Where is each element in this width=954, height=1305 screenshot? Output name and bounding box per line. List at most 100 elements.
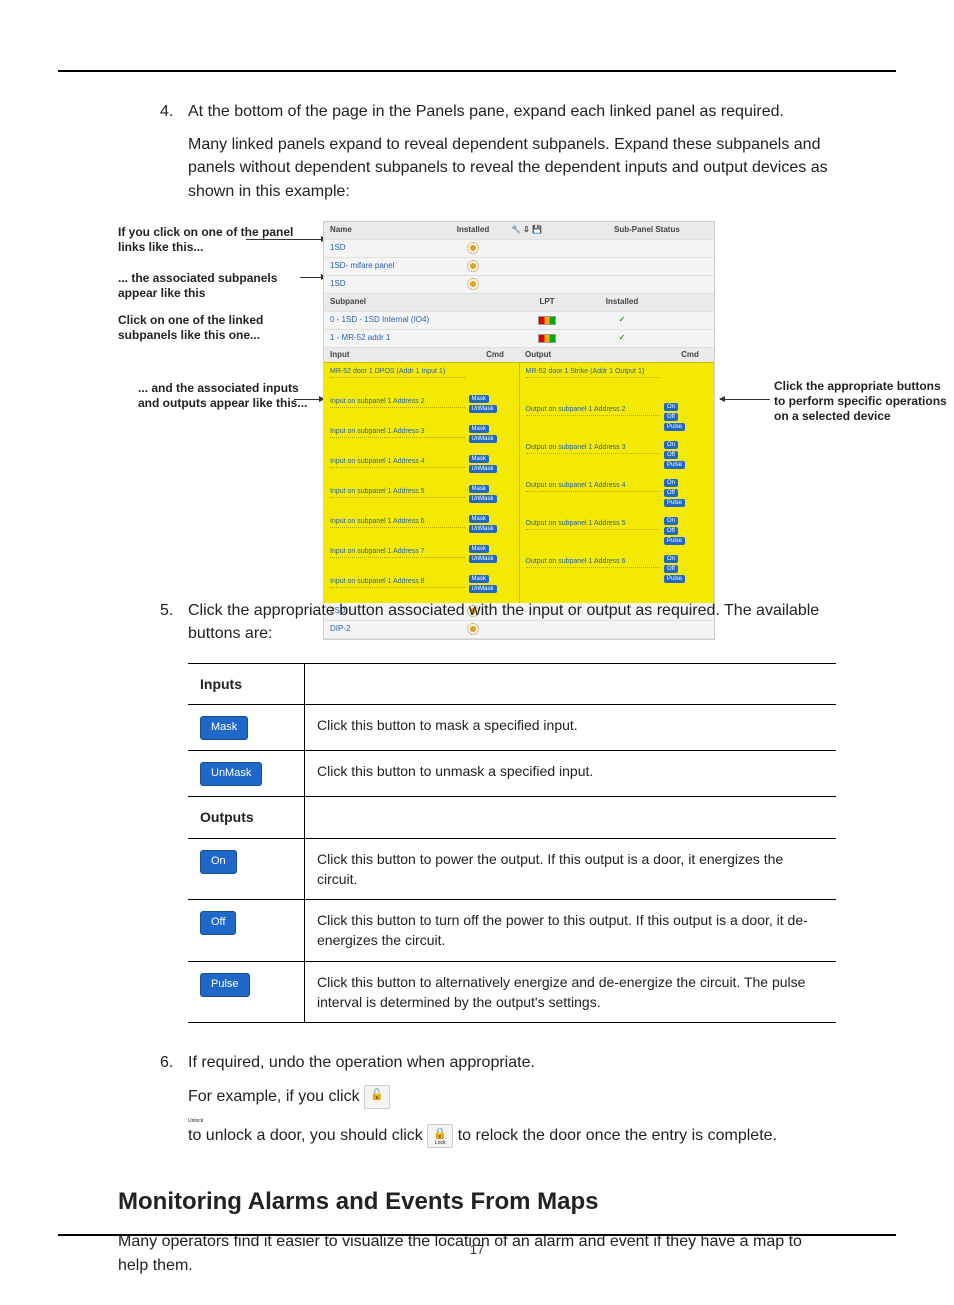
hdr-name: Name [324, 224, 435, 236]
table-row: MaskClick this button to mask a specifie… [188, 705, 836, 751]
input-item: Input on subpanel 1 Address 5 Mask UnMask [324, 483, 519, 513]
arrow-r1 [720, 399, 770, 400]
step-4-text-1: At the bottom of the page in the Panels … [188, 100, 836, 123]
page-content: 4. At the bottom of the page in the Pane… [118, 100, 836, 1278]
input-item: MR-52 door 1 DPOS (Addr 1 Input 1) [324, 363, 519, 393]
on-button[interactable]: On [664, 517, 678, 525]
output-label[interactable]: Output on subpanel 1 Address 3 [526, 441, 661, 454]
input-label[interactable]: Input on subpanel 1 Address 3 [330, 425, 465, 438]
panel-row[interactable]: 1SD [324, 240, 714, 258]
unmask-button[interactable]: UnMask [469, 405, 497, 413]
unmask-button[interactable]: UnMask [469, 495, 497, 503]
pulse-button[interactable]: Pulse [664, 499, 685, 507]
subpanel-row[interactable]: 0 - 1SD - 1SD Internal (IO4)✓ [324, 312, 714, 330]
unmask-button[interactable]: UnMask [469, 555, 497, 563]
input-label[interactable]: Input on subpanel 1 Address 6 [330, 515, 465, 528]
page-footer: 17 [0, 1234, 954, 1257]
output-item: Output on subpanel 1 Address 6On Off Pulse [520, 553, 715, 591]
step-4-number: 4. [160, 100, 173, 123]
table-row: Pulse Click this button to alternatively … [188, 961, 836, 1023]
output-item: Output on subpanel 1 Address 4On Off Pulse [520, 477, 715, 515]
input-label[interactable]: Input on subpanel 1 Address 8 [330, 575, 465, 588]
pulse-button[interactable]: Pulse [664, 537, 685, 545]
on-button[interactable]: On [664, 441, 678, 449]
step-5: 5. Click the appropriate button associat… [118, 599, 836, 1024]
mask-button[interactable]: Mask [469, 515, 489, 523]
subpanel-row[interactable]: 1 - MR-52 addr 1✓ [324, 330, 714, 348]
hdr-installed: Installed [435, 224, 511, 236]
input-item: Input on subpanel 1 Address 2 Mask UnMask [324, 393, 519, 423]
output-item: Output on subpanel 1 Address 2On Off Pulse [520, 401, 715, 439]
output-label[interactable]: Output on subpanel 1 Address 2 [526, 403, 661, 416]
mask-button[interactable]: Mask [469, 575, 489, 583]
input-label[interactable]: Input on subpanel 1 Address 5 [330, 485, 465, 498]
on-button[interactable]: On [664, 479, 678, 487]
callout-3: Click on one of the linked subpanels lik… [118, 313, 318, 343]
unmask-button[interactable]: UnMask [469, 435, 497, 443]
on-button[interactable]: On [200, 850, 237, 874]
output-label[interactable]: Output on subpanel 1 Address 5 [526, 517, 661, 530]
panel-row[interactable]: 1SD [324, 276, 714, 294]
panels-pane: Name Installed 🔧 ⇩ 💾 Sub-Panel Status 1S… [323, 221, 715, 640]
mask-button[interactable]: Mask [200, 716, 248, 740]
input-label[interactable]: MR-52 door 1 DPOS (Addr 1 Input 1) [330, 365, 465, 378]
input-item: Input on subpanel 1 Address 4 Mask UnMask [324, 453, 519, 483]
mask-button[interactable]: Mask [469, 395, 489, 403]
off-button[interactable]: Off [664, 527, 678, 535]
mask-button[interactable]: Mask [469, 455, 489, 463]
off-button[interactable]: Off [664, 413, 678, 421]
pulse-button[interactable]: Pulse [664, 423, 685, 431]
pulse-button[interactable]: Pulse [200, 973, 250, 997]
output-label[interactable]: MR-52 door 1 Strike (Addr 1 Output 1) [526, 365, 661, 378]
panel-row[interactable]: 1SD- mifare panel [324, 258, 714, 276]
unlock-icon[interactable]: 🔓 [364, 1085, 390, 1109]
off-description: Click this button to turn off the power … [305, 900, 837, 962]
unmask-button[interactable]: UnMask [469, 525, 497, 533]
panels-header-row: Name Installed 🔧 ⇩ 💾 Sub-Panel Status [324, 222, 714, 240]
on-description: Click this button to power the output. I… [305, 838, 837, 900]
off-button[interactable]: Off [664, 451, 678, 459]
callout-right: Click the appropriate buttons to perform… [774, 379, 954, 424]
lock-icon[interactable]: 🔒Lock [427, 1124, 453, 1148]
unmask-button[interactable]: UnMask [469, 465, 497, 473]
table-row: Off Click this button to turn off the pow… [188, 900, 836, 962]
gear-icon [467, 242, 479, 254]
unmask-button[interactable]: UnMask [469, 585, 497, 593]
output-label[interactable]: Output on subpanel 1 Address 6 [526, 555, 661, 568]
off-button[interactable]: Off [200, 911, 236, 935]
pulse-button[interactable]: Pulse [664, 575, 685, 583]
input-label[interactable]: Input on subpanel 1 Address 2 [330, 395, 465, 408]
input-label[interactable]: Input on subpanel 1 Address 7 [330, 545, 465, 558]
pulse-button[interactable]: Pulse [664, 461, 685, 469]
mask-button[interactable]: Mask [469, 425, 489, 433]
buttons-table: Inputs MaskClick this button to mask a s… [188, 663, 836, 1023]
table-row: UnMask Click this button to unmask a spec… [188, 751, 836, 797]
step-4: 4. At the bottom of the page in the Pane… [118, 100, 836, 571]
outputs-column: MR-52 door 1 Strike (Addr 1 Output 1) Out… [520, 363, 715, 603]
step-6-text-1: If required, undo the operation when app… [188, 1051, 836, 1074]
subpanel-header-row: Subpanel LPT Installed [324, 294, 714, 312]
mask-button[interactable]: Mask [469, 485, 489, 493]
check-icon: ✓ [619, 315, 626, 324]
step-6: 6. If required, undo the operation when … [118, 1051, 836, 1147]
pulse-description: Click this button to alternatively energ… [305, 961, 837, 1023]
off-button[interactable]: Off [664, 489, 678, 497]
callout-4: ... and the associated inputs and output… [138, 381, 308, 411]
off-button[interactable]: Off [664, 565, 678, 573]
hdr-icons: 🔧 ⇩ 💾 [511, 224, 610, 236]
unmask-description: Click this button to unmask a specified … [305, 751, 837, 797]
outputs-header: Output [519, 349, 666, 361]
on-button[interactable]: On [664, 555, 678, 563]
mask-button[interactable]: Mask [469, 545, 489, 553]
top-rule [58, 70, 896, 72]
step-6-text-2: For example, if you click 🔓 [188, 1085, 836, 1109]
gear-icon [467, 260, 479, 272]
unmask-button[interactable]: UnMask [200, 762, 262, 786]
input-label[interactable]: Input on subpanel 1 Address 4 [330, 455, 465, 468]
input-item: Input on subpanel 1 Address 3 Mask UnMask [324, 423, 519, 453]
on-button[interactable]: On [664, 403, 678, 411]
hdr-subpanel: Sub-Panel Status [610, 224, 714, 236]
step-5-number: 5. [160, 599, 173, 622]
io-box: MR-52 door 1 DPOS (Addr 1 Input 1) Input … [324, 362, 714, 603]
output-label[interactable]: Output on subpanel 1 Address 4 [526, 479, 661, 492]
